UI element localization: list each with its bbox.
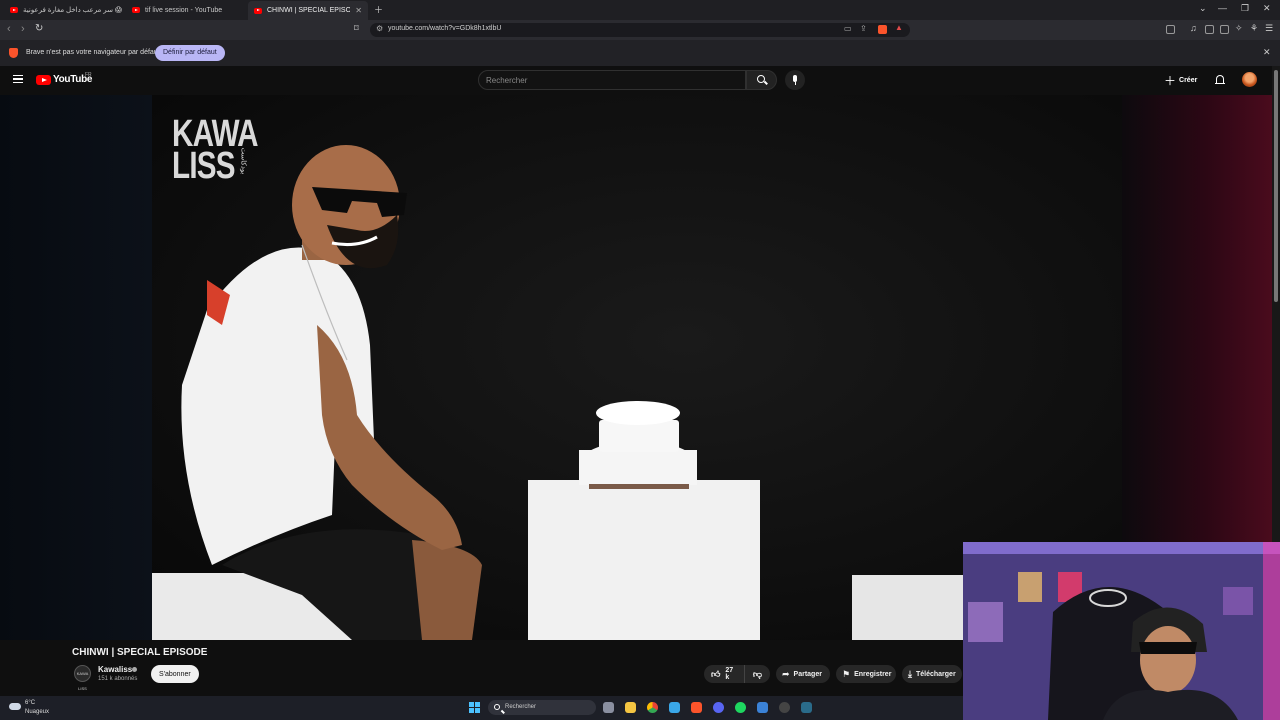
wallet-icon[interactable]: [1220, 25, 1229, 34]
bookmark-icon[interactable]: ⌑: [354, 23, 359, 34]
person-arm: [317, 325, 462, 550]
channel-avatar-label: KAWA LISS: [76, 671, 89, 691]
browser-toolbar: ‹ › ↻ ⌑ ⚙ youtube.com/watch?v=GDk8h1xtlb…: [0, 20, 1280, 40]
subscribe-button[interactable]: S'abonner: [151, 665, 199, 683]
photos-icon[interactable]: [757, 702, 768, 713]
white-cube: [852, 575, 972, 640]
youtube-favicon-icon: [10, 7, 18, 13]
streamer-face: [1140, 626, 1196, 694]
close-tab-icon[interactable]: ✕: [355, 6, 362, 15]
tab-title: CHINWI | SPECIAL EPISODE - Yo...: [267, 7, 351, 14]
cast-icon[interactable]: ▭: [844, 24, 852, 33]
channel-avatar[interactable]: KAWA LISS: [74, 665, 91, 691]
tab-title: tif live session - YouTube: [145, 6, 223, 14]
weather-temperature[interactable]: 6°C: [25, 700, 35, 706]
like-count: 27 k: [725, 667, 734, 681]
obs-icon[interactable]: [779, 702, 790, 713]
account-avatar[interactable]: [1242, 72, 1257, 87]
windows-start-icon[interactable]: [469, 702, 480, 713]
share-label: Partager: [793, 670, 822, 678]
reader-mode-icon[interactable]: [1166, 25, 1175, 34]
download-label: Télécharger: [915, 670, 956, 678]
download-icon: ⤓: [908, 668, 912, 679]
app-icon[interactable]: [801, 702, 812, 713]
close-window-icon[interactable]: ✕: [1263, 3, 1271, 14]
back-icon[interactable]: ‹: [7, 23, 11, 35]
create-button[interactable]: ＋ Créer: [1164, 72, 1197, 88]
spotify-icon[interactable]: [735, 702, 746, 713]
task-view-icon[interactable]: [603, 702, 614, 713]
cloud-weather-icon[interactable]: [9, 703, 21, 710]
ambient-glow-left: [0, 95, 152, 640]
video-title: CHINWI | SPECIAL EPISODE: [72, 647, 208, 658]
close-infobar-icon[interactable]: ✕: [1263, 47, 1271, 58]
create-label: Créer: [1179, 76, 1198, 84]
address-bar[interactable]: ⚙ youtube.com/watch?v=GDk8h1xtlbU ▭ ⇪ ▲: [370, 23, 910, 37]
extensions-icon[interactable]: ⚘: [1250, 23, 1258, 34]
thumbs-down-icon: 👎︎: [752, 668, 762, 679]
hamburger-menu-icon[interactable]: [13, 75, 23, 83]
infobar-message: Brave n'est pas votre navigateur par déf…: [26, 49, 160, 56]
youtube-favicon-icon: [254, 7, 262, 14]
windows-taskbar: [0, 696, 963, 720]
reload-icon[interactable]: ↻: [35, 23, 43, 34]
search-icon: [757, 75, 765, 83]
dislike-button[interactable]: 👎︎: [745, 665, 770, 683]
region-code: FR: [85, 72, 92, 78]
brave-taskbar-icon[interactable]: [691, 702, 702, 713]
youtube-favicon-icon: [132, 7, 140, 13]
share-page-icon[interactable]: ⇪: [860, 24, 867, 33]
site-info-icon[interactable]: ⚙: [376, 24, 383, 33]
taskbar-search-icon: [494, 704, 500, 710]
set-default-button[interactable]: Définir par défaut: [155, 45, 225, 61]
channel-name[interactable]: Kawaliss: [98, 665, 132, 674]
share-button[interactable]: ➦ Partager: [776, 665, 830, 683]
media-icon[interactable]: ♫: [1190, 23, 1197, 33]
chrome-icon[interactable]: [647, 702, 658, 713]
share-arrow-icon: ➦: [782, 668, 790, 679]
taskbar-search-label: Rechercher: [505, 704, 537, 710]
restore-icon[interactable]: ❐: [1241, 3, 1249, 14]
download-button[interactable]: ⤓ Télécharger: [902, 665, 962, 683]
browser-menu-icon[interactable]: ☰: [1265, 23, 1273, 34]
leo-ai-icon[interactable]: ✧: [1235, 23, 1243, 34]
weather-description[interactable]: Nuageux: [25, 709, 49, 715]
save-button[interactable]: ⚑ Enregistrer: [836, 665, 896, 683]
discord-icon[interactable]: [713, 702, 724, 713]
thumbs-up-icon: 👍︎: [711, 668, 721, 679]
minimize-icon[interactable]: —: [1218, 3, 1227, 13]
tab-chinwi-special-episode[interactable]: CHINWI | SPECIAL EPISODE - Yo... ✕: [248, 1, 368, 20]
like-dislike-group: 👍︎ 27 k 👎︎: [704, 665, 770, 683]
bookmark-save-icon: ⚑: [842, 668, 851, 679]
brave-rewards-icon[interactable]: ▲: [895, 23, 903, 32]
browser-tab-bar: سر مرعب داخل مغارة فرعونية 😱 :: ... tif …: [0, 0, 1280, 20]
brave-shields-icon[interactable]: [878, 25, 887, 34]
new-tab-icon[interactable]: ＋: [374, 3, 383, 16]
notepad-icon[interactable]: [669, 702, 680, 713]
scrollbar-thumb[interactable]: [1274, 70, 1278, 302]
sidebar-icon[interactable]: [1205, 25, 1214, 34]
tab-title: سر مرعب داخل مغارة فرعونية 😱 :: ...: [23, 7, 122, 14]
brave-lion-icon: [9, 48, 18, 58]
forward-icon[interactable]: ›: [21, 23, 25, 35]
tab-tif-live-session[interactable]: tif live session - YouTube: [126, 2, 244, 18]
white-podium: [528, 480, 760, 640]
search-input[interactable]: [478, 70, 746, 90]
voice-search-mic-icon[interactable]: [785, 70, 805, 90]
webcam-overlay: [963, 542, 1280, 720]
youtube-logo-icon[interactable]: [36, 75, 51, 85]
subscriber-count: 151 k abonnés: [98, 676, 138, 682]
like-button[interactable]: 👍︎ 27 k: [704, 665, 745, 683]
notifications-bell-icon[interactable]: [1215, 75, 1225, 85]
tab-arabic-video[interactable]: سر مرعب داخل مغارة فرعونية 😱 :: ...: [4, 2, 122, 18]
verified-badge-icon: [132, 667, 137, 672]
plus-icon: ＋: [1164, 73, 1177, 88]
tab-list-chevron-icon[interactable]: ⌄: [1199, 3, 1207, 14]
url-text: youtube.com/watch?v=GDk8h1xtlbU: [388, 25, 502, 32]
save-label: Enregistrer: [854, 670, 892, 678]
file-explorer-icon[interactable]: [625, 702, 636, 713]
webcam-scene: [963, 542, 1280, 720]
search-button[interactable]: [746, 70, 777, 90]
